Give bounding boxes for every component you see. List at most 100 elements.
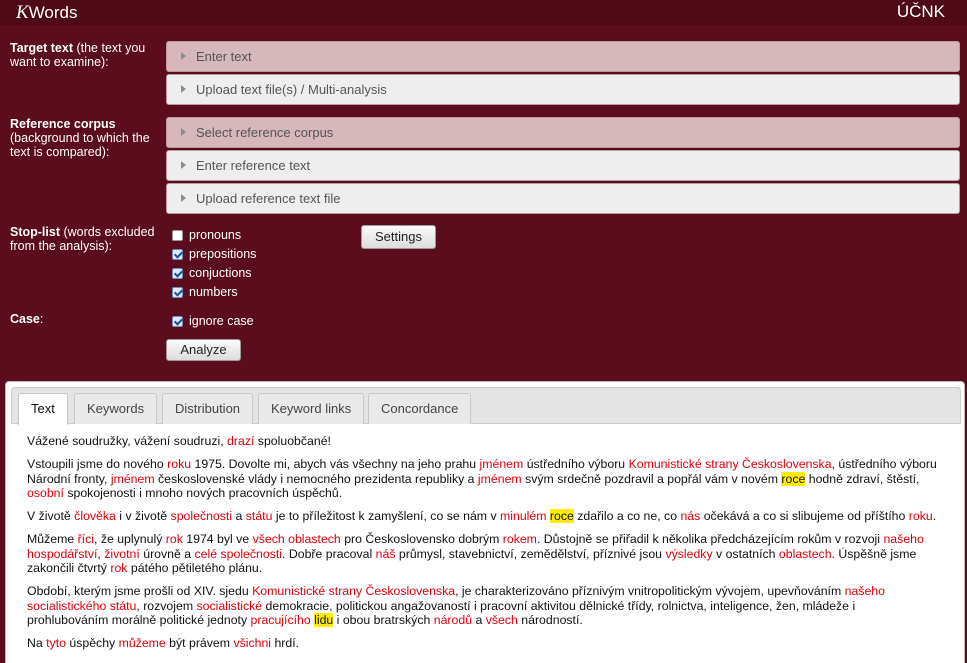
- reference-corpus-label: Reference corpus (background to which th…: [10, 117, 150, 159]
- keyword[interactable]: Komunistické strany Československa: [629, 457, 832, 471]
- text-segment: Období, kterým jsme prošli od XIV. sjedu: [27, 584, 253, 599]
- text-segment: národností.: [517, 612, 583, 627]
- keyword[interactable]: výsledky: [665, 547, 712, 561]
- logo-text: Words: [28, 3, 78, 22]
- text-paragraph: Vážené soudružky, vážení soudruzi, drazí…: [27, 434, 939, 448]
- keyword[interactable]: roku: [167, 457, 191, 471]
- keyword[interactable]: jménem: [111, 472, 155, 486]
- text-segment: zdařilo a co ne, co: [573, 509, 681, 524]
- keyword[interactable]: Komunistické strany Československa: [252, 584, 455, 598]
- checkbox[interactable]: [172, 230, 183, 241]
- keyword[interactable]: říci: [78, 532, 94, 546]
- keyword[interactable]: společnosti: [171, 509, 233, 523]
- text-segment: , rozvojem: [136, 598, 197, 613]
- text-segment: a: [472, 612, 486, 627]
- text-segment: průmysl, stavebnictví, zemědělství, příz…: [395, 546, 666, 561]
- checkbox[interactable]: [172, 287, 183, 298]
- keyword[interactable]: celé společnosti: [195, 547, 283, 561]
- results-panel: Text Keywords Distribution Keyword links…: [5, 381, 965, 663]
- checkbox[interactable]: [172, 249, 183, 260]
- text-segment: spokojenosti i mnoho nových pracovních ú…: [63, 485, 343, 500]
- highlighted-keyword[interactable]: roce: [781, 471, 806, 486]
- text-segment: .: [932, 509, 937, 524]
- expand-arrow-icon: [181, 128, 186, 136]
- text-segment: svým srdečně pozdravil a popřál vám v no…: [521, 471, 782, 486]
- tab-text[interactable]: Text: [18, 393, 68, 425]
- keyword[interactable]: socialistické: [197, 599, 263, 613]
- text-segment: i obou bratrských: [333, 612, 434, 627]
- text-segment: V životě: [27, 509, 75, 524]
- tab-keywords[interactable]: Keywords: [74, 393, 158, 424]
- text-paragraph: Na tyto úspěchy můžeme být právem všichn…: [27, 636, 939, 650]
- top-bar: KWords ÚČNK: [0, 0, 967, 25]
- text-segment: 1974 byl ve: [182, 532, 253, 547]
- text-content: Vážené soudružky, vážení soudruzi, drazí…: [27, 434, 939, 660]
- keyword[interactable]: rokem: [503, 532, 537, 546]
- case-label: Case:: [10, 312, 44, 326]
- settings-button[interactable]: Settings: [361, 225, 436, 249]
- keyword[interactable]: roku: [909, 509, 933, 523]
- enter-reference-text-bar[interactable]: Enter reference text: [166, 150, 960, 181]
- analyze-button[interactable]: Analyze: [166, 339, 241, 361]
- text-segment: ústředního výboru: [523, 457, 629, 472]
- keyword[interactable]: drazí: [227, 434, 254, 448]
- text-segment: očekává a co si slibujeme od příštího: [700, 509, 909, 524]
- expand-arrow-icon: [181, 161, 186, 169]
- keyword[interactable]: tyto: [46, 636, 66, 650]
- keyword[interactable]: osobní: [27, 486, 64, 500]
- tab-strip: Text Keywords Distribution Keyword links…: [11, 387, 961, 425]
- text-segment: je to příležitost k zamyšlení, co se nám…: [272, 509, 501, 524]
- text-segment: Na: [27, 636, 47, 651]
- app-logo[interactable]: KWords: [16, 2, 78, 24]
- keyword[interactable]: všech: [486, 613, 518, 627]
- text-segment: hrdí.: [271, 636, 300, 651]
- select-reference-corpus-bar[interactable]: Select reference corpus: [166, 117, 960, 148]
- expand-arrow-icon: [181, 52, 186, 60]
- text-segment: pátého pětiletého plánu.: [127, 561, 263, 576]
- keyword[interactable]: všichni: [233, 636, 271, 650]
- upload-text-bar[interactable]: Upload text file(s) / Multi-analysis: [166, 74, 960, 105]
- logo-k: K: [16, 2, 29, 23]
- text-segment: hodně zdraví, štěstí,: [805, 471, 920, 486]
- keyword[interactable]: rok: [110, 561, 127, 575]
- tab-keyword-links[interactable]: Keyword links: [258, 393, 365, 424]
- keyword[interactable]: můžeme: [119, 636, 166, 650]
- target-text-label: Target text (the text you want to examin…: [10, 41, 146, 69]
- tab-concordance[interactable]: Concordance: [368, 393, 472, 424]
- institute-name[interactable]: ÚČNK: [897, 2, 945, 22]
- checkbox[interactable]: [172, 316, 183, 327]
- enter-text-bar[interactable]: Enter text: [166, 41, 960, 72]
- text-segment: úrovně a: [139, 546, 195, 561]
- keyword[interactable]: národů: [434, 613, 472, 627]
- upload-reference-file-bar[interactable]: Upload reference text file: [166, 183, 960, 214]
- keyword[interactable]: náš: [376, 547, 396, 561]
- expand-arrow-icon: [181, 194, 186, 202]
- text-paragraph: Vstoupili jsme do nového roku 1975. Dovo…: [27, 457, 939, 500]
- expand-arrow-icon: [181, 85, 186, 93]
- keyword[interactable]: jménem: [480, 457, 524, 471]
- stoplist-label: Stop-list (words excluded from the analy…: [10, 225, 155, 253]
- text-segment: Vstoupili jsme do nového: [27, 457, 168, 472]
- keyword[interactable]: oblastech: [779, 547, 832, 561]
- text-segment: , že uplynulý: [93, 532, 166, 547]
- tab-distribution[interactable]: Distribution: [162, 393, 254, 424]
- keyword[interactable]: rok: [166, 532, 183, 546]
- keyword[interactable]: nás: [680, 509, 700, 523]
- text-segment: Můžeme: [27, 532, 78, 547]
- keyword[interactable]: životní: [104, 547, 140, 561]
- text-segment: být právem: [165, 636, 234, 651]
- text-paragraph: Období, kterým jsme prošli od XIV. sjedu…: [27, 584, 939, 627]
- text-segment: v ostatních: [712, 546, 779, 561]
- text-segment: . Dobře pracoval: [282, 546, 376, 561]
- text-segment: pro Československo dobrým: [340, 532, 503, 547]
- text-segment: a: [232, 509, 246, 524]
- keyword[interactable]: státu: [246, 509, 273, 523]
- highlighted-keyword[interactable]: lidu: [314, 612, 334, 627]
- keyword[interactable]: pracujícího: [251, 613, 311, 627]
- keyword[interactable]: minulém: [500, 509, 546, 523]
- keyword[interactable]: jménem: [478, 472, 522, 486]
- keyword[interactable]: člověka: [74, 509, 116, 523]
- highlighted-keyword[interactable]: roce: [549, 509, 574, 524]
- keyword[interactable]: všech oblastech: [253, 532, 341, 546]
- checkbox[interactable]: [172, 268, 183, 279]
